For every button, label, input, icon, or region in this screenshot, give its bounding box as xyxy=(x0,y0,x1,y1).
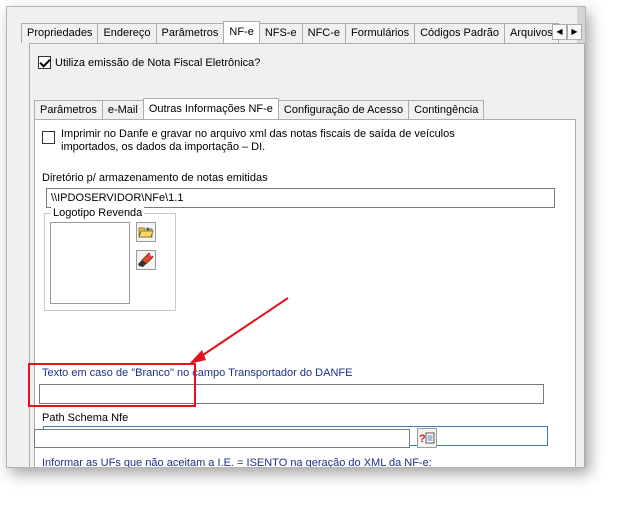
outer-tab-strip: Propriedades Endereço Parâmetros NF-e NF… xyxy=(21,21,559,43)
open-folder-icon-glyph xyxy=(138,227,154,238)
edit-brush-icon[interactable] xyxy=(136,250,156,270)
tab-nfe[interactable]: NF-e xyxy=(223,21,260,43)
tab-nfse[interactable]: NFS-e xyxy=(258,23,303,43)
tab-inner-outras-informacoes[interactable]: Outras Informações NF-e xyxy=(142,98,279,119)
logotipo-group: Logotipo Revenda xyxy=(44,207,176,311)
svg-text:?: ? xyxy=(419,433,426,445)
tab-inner-parametros[interactable]: Parâmetros xyxy=(34,100,103,119)
ufs-isento-label: Informar as UFs que não aceitam a I.E. =… xyxy=(42,457,432,468)
tab-inner-configuracao-acesso[interactable]: Configuração de Acesso xyxy=(277,100,410,119)
nfe-tab-page: Utiliza emissão de Nota Fiscal Eletrônic… xyxy=(29,43,585,468)
open-folder-icon[interactable] xyxy=(136,222,156,242)
diretorio-input[interactable]: \\IPDOSERVIDOR\NFe\1.1 xyxy=(46,188,555,208)
enable-nfe-row: Utiliza emissão de Nota Fiscal Eletrônic… xyxy=(38,56,260,69)
imprimir-danfe-checkbox[interactable] xyxy=(42,131,55,144)
edit-brush-icon-glyph xyxy=(138,252,154,267)
tab-parametros[interactable]: Parâmetros xyxy=(155,23,225,43)
enable-nfe-checkbox[interactable] xyxy=(38,56,51,69)
help-lookup-icon[interactable]: ? xyxy=(417,428,437,448)
scroll-left-button[interactable]: ◀ xyxy=(552,24,567,40)
outras-informacoes-page: Imprimir no Danfe e gravar no arquivo xm… xyxy=(34,119,576,468)
tab-formularios[interactable]: Formulários xyxy=(345,23,416,43)
enable-nfe-label: Utiliza emissão de Nota Fiscal Eletrônic… xyxy=(55,56,261,69)
branco-input[interactable] xyxy=(39,384,544,404)
ufs-isento-input[interactable] xyxy=(34,429,410,448)
window: Propriedades Endereço Parâmetros NF-e NF… xyxy=(6,6,586,468)
tab-codigos-padrao[interactable]: Códigos Padrão xyxy=(414,23,505,43)
branco-label: Texto em caso de "Branco" no campo Trans… xyxy=(42,367,353,379)
path-schema-label: Path Schema Nfe xyxy=(42,412,129,424)
logotipo-image-box[interactable] xyxy=(50,222,130,304)
tab-scroll-buttons: ◀ ▶ xyxy=(552,24,582,40)
diretorio-label: Diretório p/ armazenamento de notas emit… xyxy=(42,172,268,184)
tab-endereco[interactable]: Endereço xyxy=(97,23,157,43)
tab-inner-email[interactable]: e-Mail xyxy=(101,100,144,119)
tab-propriedades[interactable]: Propriedades xyxy=(21,23,99,43)
help-lookup-icon-glyph: ? xyxy=(419,432,435,445)
tab-nfce[interactable]: NFC-e xyxy=(301,23,347,43)
tab-inner-contingencia[interactable]: Contingência xyxy=(408,100,485,119)
imprimir-danfe-label: Imprimir no Danfe e gravar no arquivo xm… xyxy=(61,128,455,153)
logotipo-label: Logotipo Revenda xyxy=(51,207,145,219)
imprimir-danfe-row: Imprimir no Danfe e gravar no arquivo xm… xyxy=(42,128,461,154)
inner-tab-strip: Parâmetros e-Mail Outras Informações NF-… xyxy=(34,98,485,119)
tab-arquivos[interactable]: Arquivos xyxy=(503,23,559,43)
scroll-right-button[interactable]: ▶ xyxy=(567,24,582,40)
